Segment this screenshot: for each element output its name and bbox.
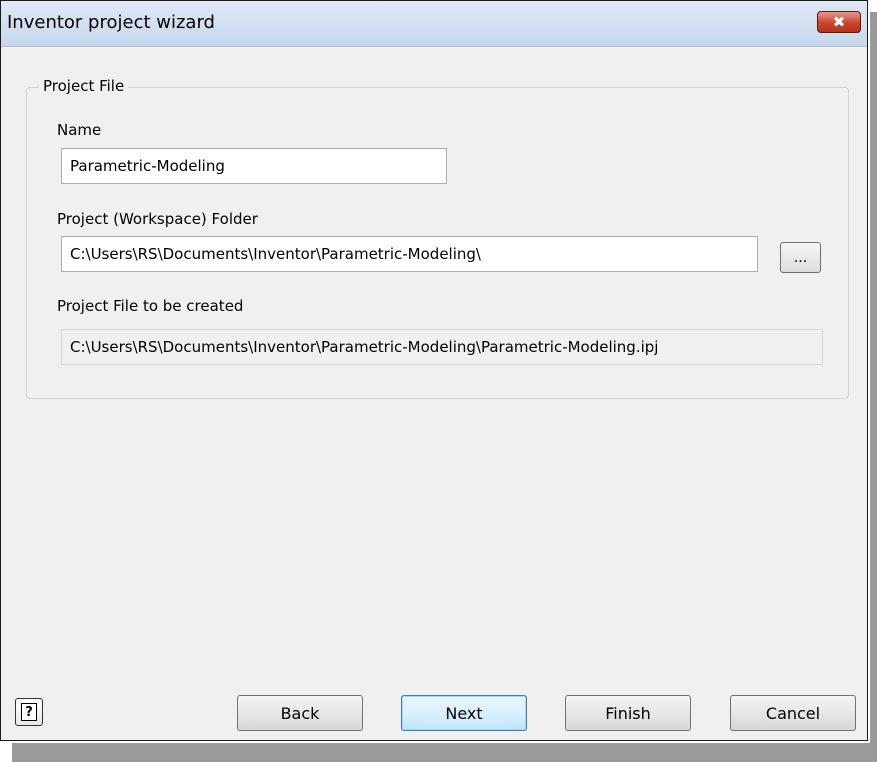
close-icon: ✖ [832, 13, 846, 31]
created-file-value: C:\Users\RS\Documents\Inventor\Parametri… [70, 338, 659, 356]
back-button-label: Back [280, 703, 320, 723]
help-button[interactable]: ? [15, 698, 43, 726]
window-shadow-right [870, 12, 877, 743]
group-legend: Project File [39, 77, 129, 95]
project-wizard-dialog: Inventor project wizard ✖ Project File N… [0, 0, 868, 741]
name-input-value: Parametric-Modeling [70, 157, 225, 175]
folder-label: Project (Workspace) Folder [57, 210, 258, 228]
window-shadow-bottom [12, 743, 877, 762]
folder-input[interactable]: C:\Users\RS\Documents\Inventor\Parametri… [61, 236, 758, 272]
next-button[interactable]: Next [401, 695, 527, 731]
next-button-label: Next [445, 703, 483, 723]
window-title: Inventor project wizard [7, 12, 215, 33]
folder-input-value: C:\Users\RS\Documents\Inventor\Parametri… [70, 245, 481, 263]
finish-button[interactable]: Finish [565, 695, 691, 731]
cancel-button[interactable]: Cancel [730, 695, 856, 731]
ellipsis-icon: ... [793, 249, 808, 266]
created-file-label: Project File to be created [57, 297, 244, 315]
close-button[interactable]: ✖ [817, 11, 861, 33]
name-input[interactable]: Parametric-Modeling [61, 148, 447, 184]
back-button[interactable]: Back [237, 695, 363, 731]
browse-folder-button[interactable]: ... [780, 242, 821, 273]
cancel-button-label: Cancel [765, 703, 821, 723]
title-bar[interactable]: Inventor project wizard ✖ [1, 1, 867, 47]
help-icon: ? [21, 703, 37, 721]
name-label: Name [57, 121, 102, 139]
finish-button-label: Finish [605, 703, 651, 723]
created-file-field: C:\Users\RS\Documents\Inventor\Parametri… [61, 329, 823, 365]
